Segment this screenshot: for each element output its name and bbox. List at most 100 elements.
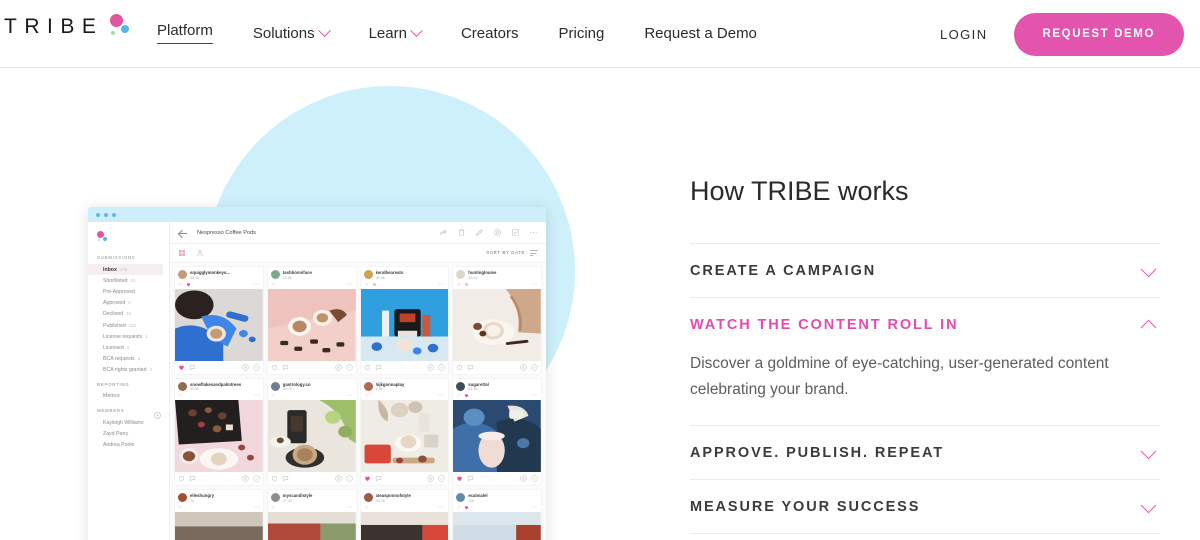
card-more-icon[interactable]: ⋯ [346,392,353,399]
submission-card[interactable]: keralbeareats 26.3k ⋯ [360,267,449,374]
submission-photo[interactable] [267,400,356,472]
sidebar-item-metrics[interactable]: Metrics [88,391,169,402]
card-more-icon[interactable]: ⋯ [439,281,446,288]
card-more-icon[interactable]: ⋯ [439,392,446,399]
heart-filled-icon[interactable] [464,393,469,398]
accordion-header[interactable]: LICENSE & AMPLIFY [690,534,1160,540]
share-mini-icon[interactable] [364,282,369,287]
decline-icon[interactable] [520,475,527,482]
sidebar-item-member-3[interactable]: Andrea Poole [88,439,169,450]
sort-control[interactable]: SORT BY DATE [486,250,538,256]
pencil-icon[interactable] [475,228,484,237]
sidebar-item-license-requests[interactable]: License requests 1 [88,331,169,342]
submission-photo[interactable] [267,288,356,361]
comment-icon[interactable] [282,475,289,482]
card-more-icon[interactable]: ⋯ [346,504,353,511]
sidebar-item-member-2[interactable]: Zayd Parry [88,428,169,439]
comment-icon[interactable] [189,364,196,371]
comment-icon[interactable] [282,364,289,371]
share-mini-icon[interactable] [178,505,183,510]
submission-card[interactable]: huntinglouise 25.1k ⋯ [453,267,541,374]
submission-card[interactable]: tashbonniface 12.5k ⋯ [267,267,356,374]
card-more-icon[interactable]: ⋯ [532,392,539,399]
approve-icon[interactable] [345,363,353,371]
card-more-icon[interactable]: ⋯ [532,504,539,511]
comment-icon[interactable] [375,364,382,371]
submission-photo[interactable] [267,511,356,540]
submission-photo[interactable] [453,511,541,540]
sidebar-item-bca-requests[interactable]: BCA requests 3 [88,354,169,365]
share-mini-icon[interactable] [364,505,369,510]
share-icon[interactable] [439,228,448,237]
nav-item-creators[interactable]: Creators [461,25,519,44]
trash-icon[interactable] [457,228,466,237]
share-mini-icon[interactable] [271,282,276,287]
nav-item-solutions[interactable]: Solutions [253,23,331,44]
card-more-icon[interactable]: ⋯ [532,281,539,288]
share-mini-icon[interactable] [271,393,276,398]
heart-icon[interactable] [271,475,278,482]
submission-card[interactable]: squigglymonkeys... 15.1k ⋯ [175,267,263,374]
nav-item-pricing[interactable]: Pricing [558,25,604,44]
heart-filled-icon[interactable] [456,475,463,482]
add-member-icon[interactable]: + [154,412,161,420]
heart-icon[interactable] [271,364,278,371]
share-mini-icon[interactable] [364,393,369,398]
sidebar-item-licensed[interactable]: Licensed 4 [88,342,169,353]
submission-photo[interactable] [175,511,263,540]
share-mini-icon[interactable] [178,282,183,287]
submission-card[interactable]: myscandistyle 27.4k ⋯ [267,490,356,540]
back-arrow-icon[interactable] [178,228,187,237]
nav-item-learn[interactable]: Learn [369,23,423,44]
submission-card[interactable]: elleshungry 7k ⋯ [175,490,263,540]
card-more-icon[interactable]: ⋯ [253,392,260,399]
accordion-header[interactable]: APPROVE. PUBLISH. REPEAT [690,426,1160,479]
comment-icon[interactable] [189,475,196,482]
sidebar-item-approved[interactable]: Approved 8 [88,298,169,309]
heart-filled-icon[interactable] [464,282,469,287]
heart-filled-icon[interactable] [464,505,469,510]
approve-icon[interactable] [531,363,538,371]
submission-card[interactable]: ecalmalel 10k ⋯ [453,490,541,540]
more-options-icon[interactable] [529,228,538,237]
card-more-icon[interactable]: ⋯ [439,504,446,511]
accordion-header[interactable]: CREATE A CAMPAIGN [690,244,1160,297]
sidebar-item-pre-approved[interactable]: Pre-Approved [88,286,169,297]
decline-icon[interactable] [242,475,249,482]
submission-card[interactable]: sugarettal 91.9k ⋯ [453,378,541,485]
card-more-icon[interactable]: ⋯ [346,281,353,288]
card-more-icon[interactable]: ⋯ [253,504,260,511]
submission-photo[interactable] [175,400,263,472]
submission-card[interactable]: gastrology.co 44.7k ⋯ [267,378,356,485]
card-more-icon[interactable]: ⋯ [253,281,260,288]
submission-card[interactable]: hijkgonnaplay 4.3k ⋯ [360,378,449,485]
approve-icon[interactable] [438,363,445,371]
sidebar-item-published[interactable]: Published 112 [88,320,169,331]
share-mini-icon[interactable] [456,282,461,287]
approve-icon[interactable] [253,363,260,371]
approve-icon[interactable] [531,475,538,482]
tribe-logo[interactable]: TRIBE [4,14,131,40]
heart-icon[interactable] [456,364,463,371]
accordion-header[interactable]: WATCH THE CONTENT ROLL IN [690,298,1160,351]
creator-view-icon[interactable] [196,249,204,257]
share-mini-icon[interactable] [456,393,461,398]
approve-icon[interactable] [511,228,520,237]
submission-photo[interactable] [453,400,541,472]
heart-icon[interactable] [364,364,371,371]
request-demo-button[interactable]: REQUEST DEMO [1013,12,1184,56]
nav-item-platform[interactable]: Platform [157,22,213,46]
submission-photo[interactable] [175,288,263,361]
submission-photo[interactable] [360,400,449,472]
decline-icon[interactable] [427,363,434,371]
submission-photo[interactable] [360,511,449,540]
target-icon[interactable] [493,228,502,237]
heart-filled-icon[interactable] [364,475,371,482]
submission-photo[interactable] [360,288,449,361]
decline-icon[interactable] [334,475,342,482]
approve-icon[interactable] [253,475,260,482]
comment-icon[interactable] [375,475,382,482]
grid-view-icon[interactable] [178,249,186,257]
decline-icon[interactable] [242,363,249,371]
nav-item-request-a-demo[interactable]: Request a Demo [644,25,757,44]
